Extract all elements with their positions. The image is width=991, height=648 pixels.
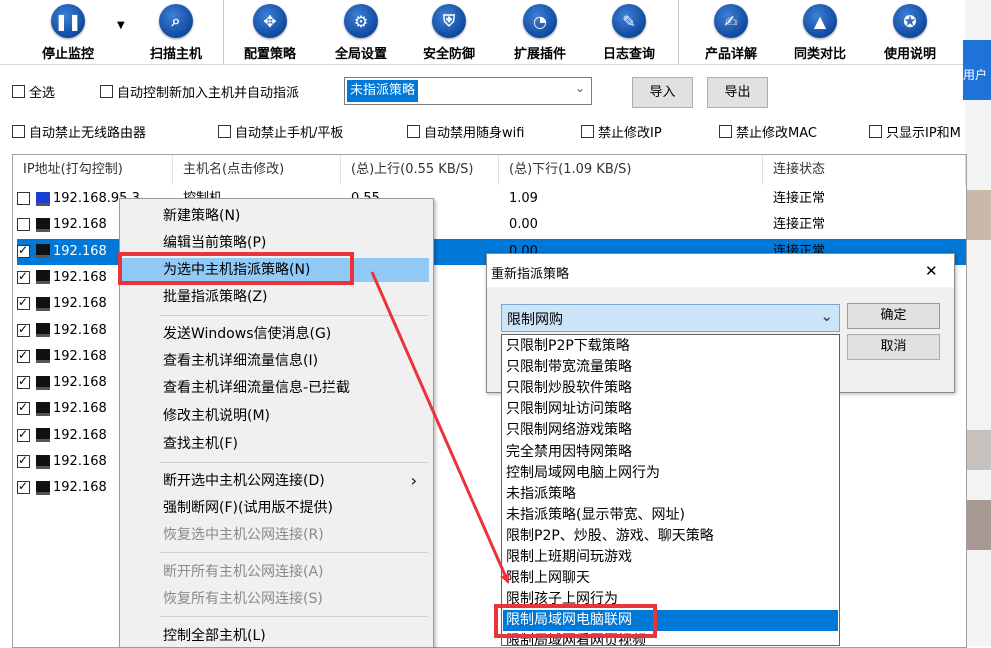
- toolbar-button[interactable]: ◔ 扩展插件: [500, 0, 580, 62]
- toolbar-button-label: 扩展插件: [513, 47, 566, 62]
- toolbar-button[interactable]: ❚❚ 停止监控: [28, 0, 108, 62]
- toolbar-button-label: 配置策略: [243, 47, 296, 62]
- option-label: 自动禁止无线路由器: [29, 126, 147, 141]
- magnifier-icon: ⌕: [159, 4, 193, 38]
- toolbar-button-label: 日志查询: [602, 47, 655, 62]
- toolbar-button[interactable]: ✪ 使用说明: [870, 0, 950, 62]
- toolbar-button-label: 全局设置: [334, 47, 387, 62]
- checkbox-box[interactable]: [869, 125, 882, 138]
- toolbar-button[interactable]: ✎ 日志查询: [589, 0, 669, 62]
- checkbox-box[interactable]: [581, 125, 594, 138]
- option-checkbox[interactable]: 禁止修改IP: [581, 122, 662, 141]
- graduation-cap-icon: ▲: [803, 4, 837, 38]
- option-checkbox[interactable]: 自动禁止手机/平板: [218, 122, 343, 141]
- option-checkbox[interactable]: 禁止修改MAC: [719, 122, 817, 141]
- annotation-arrow: [370, 271, 510, 584]
- toolbar-button[interactable]: ⛨ 安全防御: [409, 0, 489, 62]
- option-label: 自动禁止手机/平板: [235, 126, 344, 141]
- edit-document-icon: ✍: [714, 4, 748, 38]
- toolbar-button-label: 停止监控: [41, 47, 94, 62]
- option-label: 自动禁用随身wifi: [424, 126, 525, 141]
- toolbar-button-label: 产品详解: [704, 47, 757, 62]
- log-book-icon: ✎: [612, 4, 646, 38]
- toolbar-button[interactable]: ▲ 同类对比: [780, 0, 860, 62]
- toolbar-button[interactable]: ⚙ 全局设置: [321, 0, 401, 62]
- toolbar-button[interactable]: ✍ 产品详解: [691, 0, 771, 62]
- toolbar-button[interactable]: ⌕ 扫描主机: [136, 0, 216, 62]
- toolbar-button-label: 同类对比: [793, 47, 846, 62]
- checkbox-box[interactable]: [719, 125, 732, 138]
- toolbar-button-label: 安全防御: [422, 47, 475, 62]
- pie-chart-icon: ◔: [523, 4, 557, 38]
- option-checkbox[interactable]: 只显示IP和M: [869, 122, 961, 141]
- gear-icon: ⚙: [344, 4, 378, 38]
- checkbox-box[interactable]: [407, 125, 420, 138]
- option-checkbox[interactable]: 自动禁止无线路由器: [12, 122, 146, 141]
- toolbar-button[interactable]: ✥ 配置策略: [230, 0, 310, 62]
- option-label: 只显示IP和M: [886, 126, 961, 141]
- checkbox-box[interactable]: [218, 125, 231, 138]
- shield-icon: ⛨: [432, 4, 466, 38]
- option-label: 禁止修改MAC: [736, 126, 817, 141]
- medal-icon: ✪: [893, 4, 927, 38]
- checkbox-box[interactable]: [12, 125, 25, 138]
- toolbar-button-label: 使用说明: [883, 47, 936, 62]
- pause-icon: ❚❚: [51, 4, 85, 38]
- option-checkbox[interactable]: 自动禁用随身wifi: [407, 122, 524, 141]
- annotation-arrow-layer: [370, 271, 510, 584]
- move-arrows-icon: ✥: [253, 4, 287, 38]
- toolbar-button-label: 扫描主机: [149, 47, 202, 62]
- option-label: 禁止修改IP: [598, 126, 662, 141]
